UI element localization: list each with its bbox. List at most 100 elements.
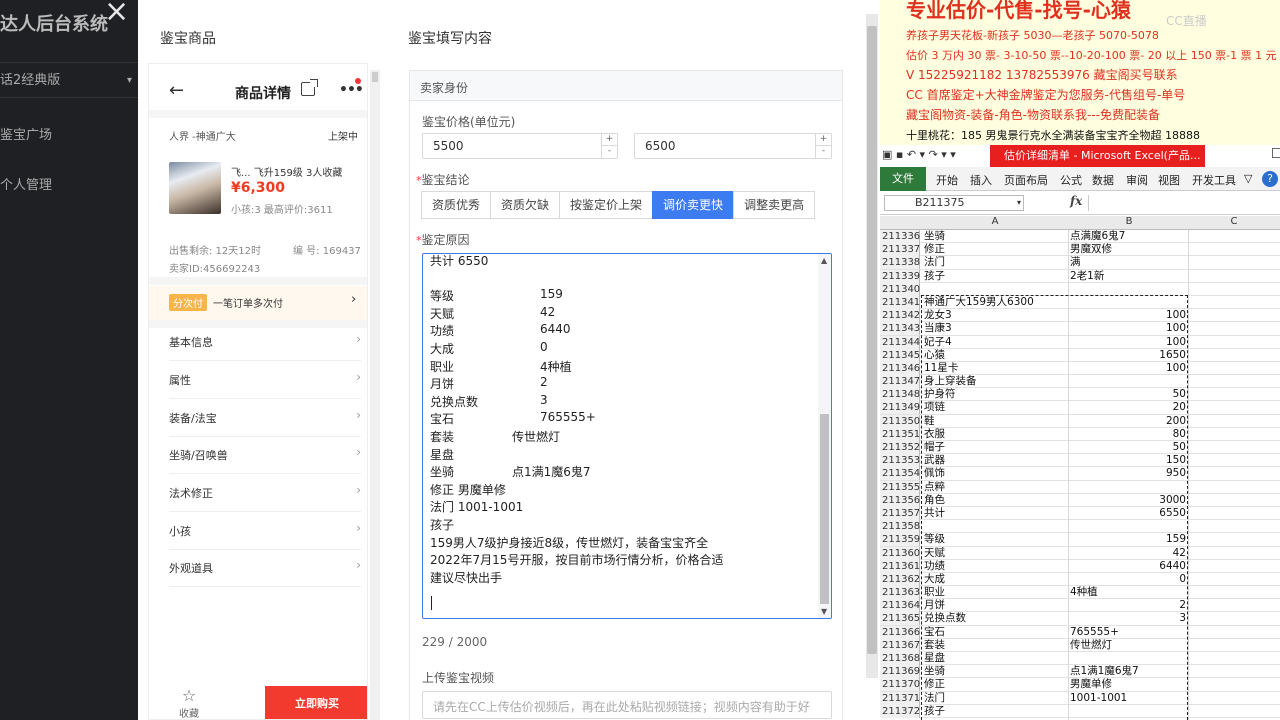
price-max-input[interactable]: 6500 + - [634,133,832,159]
row-number[interactable]: 211372 [880,704,920,718]
buy-now-button[interactable]: 立即购买 [265,686,367,719]
increment-button[interactable]: + [601,134,617,146]
installment-row[interactable]: 分次付 一笔订单多次付 › [149,286,367,320]
row-number[interactable]: 211358 [880,520,920,534]
row-number[interactable]: 211363 [880,586,920,600]
row-number[interactable]: 211350 [880,414,920,428]
video-link-input[interactable]: 请先在CC上传估价视频后，再在此处粘贴视频链接；视频内容有助于好 [422,691,832,719]
row-number[interactable]: 211355 [880,480,920,494]
conclusion-option[interactable]: 资质优秀 [421,191,492,219]
modal-scrollbar[interactable] [866,14,878,678]
scroll-up-icon[interactable]: ▲ [821,256,827,265]
tab-data[interactable]: 数据 [1092,172,1114,188]
tab-view[interactable]: 视图 [1158,172,1180,188]
increment-button[interactable]: + [815,134,831,146]
menu-item-equipment[interactable]: 装备/法宝 › [169,399,361,437]
tab-page-layout[interactable]: 页面布局 [1004,172,1048,188]
reason-textarea[interactable]: 共计 6550 等级 159 天赋 42 功绩 6440 大成 0 职业 4种植 月饼 2 兑换点数 3 宝石… [422,253,832,619]
conclusion-option[interactable]: 调价卖更快 [652,191,735,219]
menu-item-basic-info[interactable]: 基本信息 › [169,323,361,361]
tab-home[interactable]: 开始 [936,172,958,188]
row-number[interactable]: 211365 [880,612,920,626]
tab-developer[interactable]: 开发工具 [1192,172,1236,188]
menu-item-spell-correction[interactable]: 法术修正 › [169,474,361,512]
cell-b[interactable]: 满 [1070,256,1186,269]
tab-insert[interactable]: 插入 [970,172,992,188]
menu-item-appearance[interactable]: 外观道具 › [169,549,361,587]
scrollbar-thumb[interactable] [867,26,877,654]
cell-a[interactable]: 坐骑 [924,230,1066,243]
row-number[interactable]: 211353 [880,454,920,468]
price-min-input[interactable]: 5500 + - [422,133,618,159]
row-number[interactable]: 211339 [880,269,920,283]
window-restore-icon[interactable] [1272,148,1280,158]
row-number[interactable]: 211348 [880,388,920,402]
share-icon[interactable] [301,79,318,96]
row-number[interactable]: 211361 [880,559,920,573]
tab-file[interactable]: 文件 [880,167,926,191]
menu-item-mounts[interactable]: 坐骑/召唤兽 › [169,436,361,474]
row-number[interactable]: 211337 [880,243,920,257]
row-number[interactable]: 211340 [880,282,920,296]
column-header-c[interactable]: C [1188,216,1280,227]
cell-b[interactable]: 点满魔6鬼7 [1070,230,1186,243]
row-number[interactable]: 211356 [880,493,920,507]
row-number[interactable]: 211342 [880,309,920,323]
ribbon-collapse-icon[interactable]: ▽ [1244,172,1252,185]
scroll-down-icon[interactable]: ▼ [821,607,827,616]
cell-a[interactable]: 修正 [924,243,1066,256]
name-box[interactable]: B211375 ▾ [884,195,1024,211]
fx-icon[interactable]: fx [1070,194,1082,208]
nav-item-personal[interactable]: 个人管理 [0,174,52,193]
cell-b[interactable]: 2老1新 [1070,270,1186,283]
row-number[interactable]: 211367 [880,638,920,652]
favorite-button[interactable]: ☆ 收藏 [169,686,209,719]
menu-item-attributes[interactable]: 属性 › [169,361,361,399]
cell-a[interactable]: 孩子 [924,270,1066,283]
row-number[interactable]: 211369 [880,665,920,679]
row-number[interactable]: 211352 [880,441,920,454]
tab-review[interactable]: 审阅 [1126,172,1148,188]
row-number[interactable]: 211366 [880,625,920,639]
row-number[interactable]: 211349 [880,401,920,415]
menu-item-children[interactable]: 小孩 › [169,512,361,550]
tab-formulas[interactable]: 公式 [1060,172,1082,188]
column-header-a[interactable]: A [920,216,1070,227]
row-number[interactable]: 211360 [880,546,920,560]
row-number[interactable]: 211345 [880,348,920,362]
row-number[interactable]: 211351 [880,427,920,441]
decrement-button[interactable]: - [601,146,617,158]
help-icon[interactable]: ? [1262,171,1278,187]
more-icon[interactable]: ••• [339,82,364,98]
row-number[interactable]: 211344 [880,335,920,349]
row-number[interactable]: 211357 [880,506,920,520]
row-number[interactable]: 211343 [880,322,920,336]
row-number[interactable]: 211359 [880,533,920,547]
row-number[interactable]: 211338 [880,256,920,270]
back-arrow-icon[interactable]: ← [169,80,184,101]
row-number[interactable]: 211368 [880,652,920,665]
textarea-scrollbar[interactable]: ▲ ▼ [818,254,831,618]
row-number[interactable]: 211364 [880,599,920,613]
cell-a[interactable]: 法门 [924,256,1066,269]
conclusion-option[interactable]: 资质欠缺 [490,191,561,219]
close-icon[interactable]: × [104,0,129,29]
conclusion-option[interactable]: 调整卖更高 [733,191,816,219]
version-select[interactable]: 话2经典版 ▾ [0,62,138,98]
row-number[interactable]: 211370 [880,678,920,692]
row-number[interactable]: 211371 [880,691,920,705]
column-header-b[interactable]: B [1070,216,1188,227]
row-number[interactable]: 211341 [880,295,920,309]
quick-access-toolbar[interactable]: ▣ ▪ ↶ ▾ ↷ ▾ ▾ [882,148,956,161]
conclusion-option[interactable]: 按鉴定价上架 [559,191,654,219]
row-number[interactable]: 211346 [880,361,920,375]
scrollbar-thumb[interactable] [820,414,829,604]
row-number[interactable]: 211354 [880,467,920,481]
row-number[interactable]: 211362 [880,572,920,586]
formula-input[interactable] [1088,195,1278,211]
preview-scrollbar[interactable] [370,70,380,720]
nav-item-appraisal-square[interactable]: 鉴宝广场 [0,124,52,143]
row-number[interactable]: 211336 [880,230,920,243]
decrement-button[interactable]: - [815,146,831,158]
row-number[interactable]: 211347 [880,375,920,389]
